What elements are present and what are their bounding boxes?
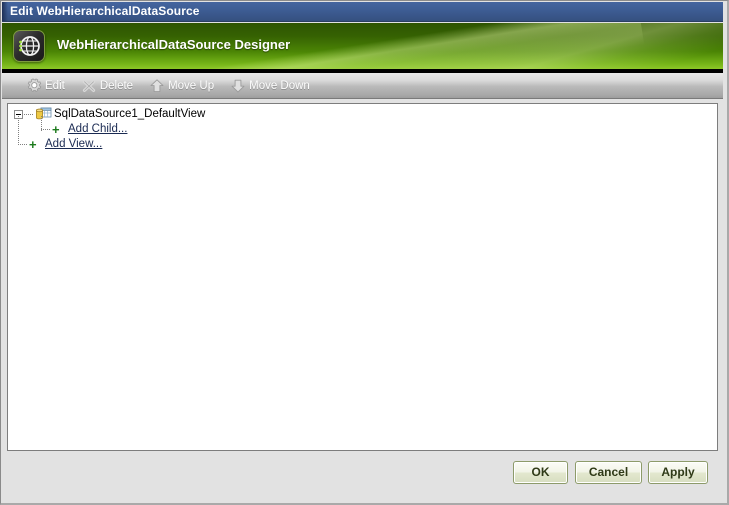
- toolbar-label-edit: Edit: [45, 79, 65, 92]
- link-add-view[interactable]: Add View...: [45, 137, 102, 152]
- tree-row-root[interactable]: SqlDataSource1_DefaultView: [8, 107, 717, 122]
- tree-connector-h-add-child: [41, 129, 50, 130]
- toolbar-button-move-up[interactable]: Move Up: [147, 75, 216, 97]
- title-bar: Edit WebHierarchicalDataSource: [2, 2, 723, 22]
- toolbar-label-delete: Delete: [99, 79, 134, 92]
- toolbar-button-move-down[interactable]: Move Down: [228, 75, 312, 97]
- apply-button[interactable]: Apply: [648, 461, 708, 484]
- globe-logo-icon: [13, 30, 45, 62]
- plus-icon-add-child: +: [52, 122, 60, 137]
- datasource-tree-panel[interactable]: SqlDataSource1_DefaultView + Add Child..…: [7, 103, 718, 451]
- arrow-down-icon: [230, 78, 246, 94]
- ok-button[interactable]: OK: [513, 461, 568, 484]
- toolbar-button-edit[interactable]: Edit: [24, 75, 67, 97]
- dialog-window: Edit WebHierarchicalDataSource WebHierar…: [0, 0, 729, 505]
- cancel-button[interactable]: Cancel: [575, 461, 642, 484]
- tree-connector-h-root: [24, 114, 34, 115]
- tree-label-root: SqlDataSource1_DefaultView: [54, 108, 206, 120]
- gear-icon: [26, 77, 42, 94]
- designer-title: WebHierarchicalDataSource Designer: [57, 37, 291, 52]
- tree-connector-h-add-view: [18, 144, 27, 145]
- tree-row-add-child[interactable]: + Add Child...: [8, 122, 717, 137]
- toolbar-label-move-down: Move Down: [249, 79, 310, 92]
- tree-row-add-view[interactable]: + Add View...: [8, 137, 717, 152]
- link-add-child[interactable]: Add Child...: [68, 122, 127, 137]
- arrow-up-icon: [149, 78, 165, 94]
- plus-icon-add-view: +: [29, 137, 37, 152]
- window-title: Edit WebHierarchicalDataSource: [10, 4, 200, 18]
- x-delete-icon: [81, 78, 97, 94]
- toolbar-label-move-up: Move Up: [168, 79, 215, 92]
- database-table-icon: [34, 107, 52, 121]
- datasource-tree: SqlDataSource1_DefaultView + Add Child..…: [8, 104, 717, 152]
- toolbar-button-delete[interactable]: Delete: [79, 75, 135, 97]
- toolbar: Edit Delete Move Up Move Down: [2, 73, 723, 99]
- header-swoosh-decoration-2: [323, 23, 723, 69]
